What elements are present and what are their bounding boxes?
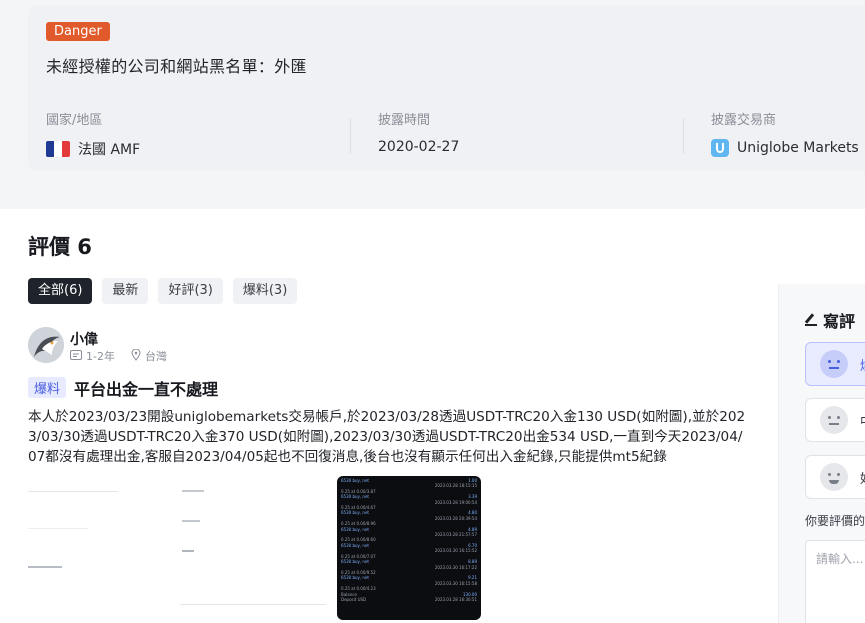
info-value-date: 2020-02-27 (378, 139, 460, 155)
info-broker: 披露交易商 Uniglobe Markets (711, 109, 859, 157)
info-label-date: 披露時間 (378, 113, 431, 128)
pencil-icon (805, 314, 817, 326)
write-review-title: 寫評 (805, 308, 855, 332)
danger-title: 未經授權的公司和網站黑名單：外匯 (46, 57, 307, 76)
sad-face-icon (820, 350, 848, 378)
rating-positive-option[interactable]: 好 (805, 455, 865, 499)
reviews-section: 評價 6 全部(6) 最新 好評(3) 爆料(3) 小偉 1-2年 台灣 爆料 … (0, 209, 865, 623)
info-divider (683, 118, 684, 154)
user-location: 台灣 (144, 350, 167, 363)
info-divider (350, 118, 351, 154)
info-country: 國家/地區 法國 AMF (46, 109, 140, 159)
filter-exposure-button[interactable]: 爆料(3) (232, 278, 298, 304)
attachment-image[interactable]: 6530 buy, net 1.00 2023.03.28 18:15:15 0.25… (337, 476, 481, 620)
neutral-face-icon (820, 406, 848, 434)
info-date: 披露時間 2020-02-27 (378, 109, 459, 155)
review-filters: 全部(6) 最新 好評(3) 爆料(3) (28, 278, 298, 304)
trading-duration: 1-2年 (86, 350, 115, 363)
danger-badge: Danger (46, 22, 110, 41)
reviews-title: 評價 6 (28, 235, 92, 259)
rating-label: 中 (860, 411, 865, 430)
france-flag-icon (46, 141, 70, 157)
filter-all-button[interactable]: 全部(6) (28, 278, 93, 304)
info-value-broker[interactable]: Uniglobe Markets (711, 139, 859, 157)
location-pin-icon (131, 348, 141, 364)
attachment-image[interactable] (28, 476, 174, 620)
info-label-country: 國家/地區 (46, 113, 103, 128)
broker-name-link[interactable]: Uniglobe Markets (737, 140, 859, 156)
review-title[interactable]: 平台出金一直不處理 (74, 376, 218, 400)
info-value-country: 法國 AMF (46, 139, 140, 159)
write-review-panel: 寫評 爆 中 好 你要評價的 請輸入... (778, 284, 865, 623)
avatar[interactable] (28, 327, 64, 363)
attachment-image[interactable] (180, 476, 326, 620)
screenshot-row: Deposit USD 2023.03.28 16:30:51 (341, 596, 477, 602)
write-review-label: 寫評 (823, 312, 856, 331)
country-regulator: 法國 AMF (78, 142, 141, 158)
review-prompt: 你要評價的 (805, 514, 865, 528)
broker-logo-icon (711, 139, 729, 157)
rating-label: 好 (860, 468, 865, 487)
review-body: 本人於2023/03/23開設uniglobemarkets交易帳戶,於2023… (28, 409, 746, 465)
danger-card: Danger 未經授權的公司和網站黑名單：外匯 國家/地區 法國 AMF 披露時… (28, 6, 865, 170)
happy-face-icon (820, 463, 848, 491)
id-card-icon (70, 349, 82, 363)
info-label-broker: 披露交易商 (711, 113, 777, 128)
rating-label: 爆 (860, 355, 865, 374)
top-section: Danger 未經授權的公司和網站黑名單：外匯 國家/地區 法國 AMF 披露時… (0, 0, 865, 190)
user-name[interactable]: 小偉 (70, 329, 98, 349)
review-textarea[interactable]: 請輸入... (805, 540, 865, 623)
filter-positive-button[interactable]: 好評(3) (158, 278, 223, 304)
user-meta: 1-2年 台灣 (70, 348, 167, 364)
rating-neutral-option[interactable]: 中 (805, 398, 865, 442)
exposure-tag: 爆料 (28, 377, 67, 398)
filter-latest-button[interactable]: 最新 (102, 278, 149, 304)
rating-exposure-option[interactable]: 爆 (805, 342, 865, 386)
